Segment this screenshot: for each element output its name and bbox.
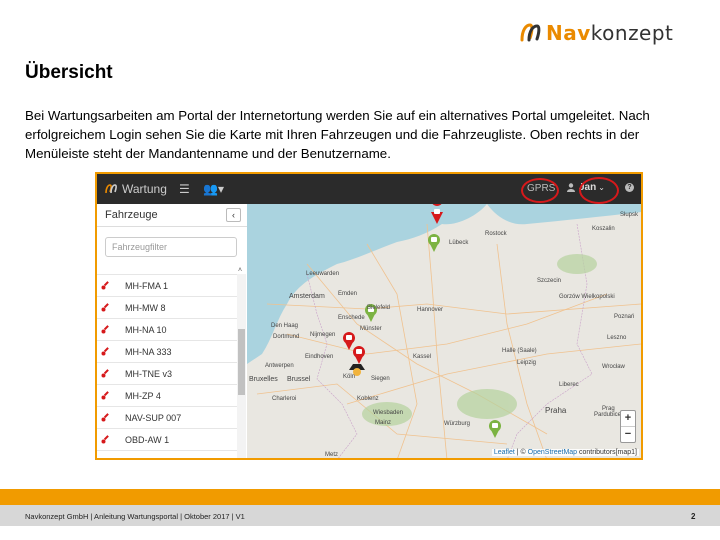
vehicle-name: MH-ZP 4 (125, 390, 161, 401)
map-label-praha: Praha (545, 406, 567, 415)
vehicle-row[interactable]: NAV-SUP 007 (97, 407, 237, 429)
map-label-luebeck: Lübeck (449, 240, 469, 246)
map-label-enschede: Enschede (338, 315, 365, 321)
sidebar-title: Fahrzeuge (105, 209, 158, 221)
map-label-rostock: Rostock (485, 231, 507, 237)
map-label-amsterdam: Amsterdam (289, 293, 325, 300)
users-dropdown-icon[interactable]: 👥▾ (203, 182, 224, 196)
map-label-charleroi: Charleroi (272, 396, 297, 402)
logo-text-nav: Nav (546, 21, 591, 45)
portal-brand[interactable]: Wartung (105, 182, 167, 196)
wrench-icon (101, 391, 109, 400)
vehicle-row[interactable]: MH-TNE v3 (97, 363, 237, 385)
footer-text: Navkonzept GmbH | Anleitung Wartungsport… (25, 512, 245, 521)
vehicle-list: MH-FMA 1 MH-MW 8 MH-NA 10 MH-NA 333 MH-T… (97, 274, 237, 458)
map-label-metz: Metz (325, 452, 339, 458)
vehicle-name: MH-NA 10 (125, 324, 167, 335)
wrench-icon (101, 413, 109, 422)
map-label-gorzow: Gorzów Wielkopolski (559, 294, 615, 300)
logo-text-konzept: konzept (590, 21, 674, 45)
wrench-icon (101, 281, 109, 290)
vehicle-row[interactable]: MH-MW 8 (97, 297, 237, 319)
vehicle-name: MH-MW 8 (125, 302, 166, 313)
vehicle-row[interactable]: MH-NA 333 (97, 341, 237, 363)
map-label-siegen: Siegen (371, 376, 390, 382)
zoom-out-button[interactable]: − (621, 426, 635, 442)
wrench-icon (101, 369, 109, 378)
map-label-leszno: Leszno (607, 335, 627, 341)
collapse-sidebar-button[interactable]: ‹ (226, 208, 241, 222)
list-icon[interactable]: ☰ (179, 182, 190, 196)
vehicle-row[interactable]: MH-NA 10 (97, 319, 237, 341)
user-highlight-circle (579, 177, 619, 204)
footer-accent-bar (0, 489, 720, 505)
leaflet-link[interactable]: Leaflet (494, 449, 515, 456)
wrench-icon (101, 325, 109, 334)
map-label-dortmund: Dortmund (273, 334, 300, 340)
map-label-emden: Emden (338, 291, 358, 297)
portal-navbar: Wartung ☰ 👥▾ GPRS Jan ⌄ ? (97, 174, 641, 204)
map-label-poznan: Poznań (614, 314, 635, 320)
map-label-koblenz: Koblenz (357, 396, 379, 402)
help-icon[interactable]: ? (625, 183, 634, 192)
map-label-kassel: Kassel (413, 354, 432, 360)
map-label-den-haag: Den Haag (271, 323, 299, 329)
zoom-in-button[interactable]: + (621, 411, 635, 426)
map-label-nijmegen: Nijmegen (310, 332, 336, 338)
map-label-slupsk: Słupsk (620, 212, 639, 218)
map-label-brussel: Brussel (287, 376, 311, 383)
tenant-highlight-circle (521, 178, 559, 203)
map-label-hannover: Hannover (417, 307, 444, 313)
vehicle-row[interactable]: MH-ZP 4 (97, 385, 237, 407)
map-attribution: Leaflet | © OpenStreetMap contributors[m… (491, 449, 639, 456)
intro-paragraph: Bei Wartungsarbeiten am Portal der Inter… (25, 108, 650, 161)
logo-wordmark: Navkonzept (546, 21, 673, 45)
map-label-wroclaw: Wrocław (602, 364, 625, 370)
vehicle-name: MH-NA 333 (125, 346, 172, 357)
scroll-up-icon[interactable]: ˄ (238, 267, 242, 274)
wrench-icon (101, 303, 109, 312)
navkonzept-logo-icon (520, 23, 541, 42)
scrollbar-thumb[interactable] (238, 329, 245, 395)
map-label-bruxelles: Bruxelles (249, 376, 278, 383)
map-label-bielefeld: Bielefeld (367, 305, 391, 311)
navkonzept-logo: Navkonzept (518, 20, 673, 46)
vehicle-name: NAV-SUP 007 (125, 412, 182, 423)
wrench-icon (101, 347, 109, 356)
map-label-halle: Halle (Saale) (502, 348, 537, 354)
map-label-koszalin: Koszalin (592, 226, 615, 232)
map-label-mainz: Mainz (375, 420, 392, 426)
vehicle-row[interactable]: MH-FMA 1 (97, 275, 237, 297)
map-label-wuerzburg: Würzburg (444, 421, 471, 427)
vehicle-name: MH-FMA 1 (125, 280, 169, 291)
map-label-leipzig: Leipzig (517, 360, 537, 366)
map-label-koeln: Köln (343, 374, 356, 380)
user-icon (567, 183, 575, 192)
map-label-pardubice: Pardubice (594, 412, 622, 418)
vehicle-sidebar: Fahrzeuge ‹ MH-FMA 1 MH-MW 8 MH-NA 10 MH… (97, 204, 248, 458)
vehicle-row[interactable]: OBD-AW 1 (97, 429, 237, 451)
map-label-wiesbaden: Wiesbaden (373, 410, 404, 416)
attribution-separator: | © (514, 449, 528, 456)
map-label-antwerpen: Antwerpen (265, 363, 294, 369)
map-zoom-control: + − (620, 410, 636, 443)
page-title: Übersicht (25, 62, 113, 83)
map-label-liberec: Liberec (559, 382, 579, 388)
vehicle-name: OBD-AW 1 (125, 434, 170, 445)
portal-screenshot: Wartung ☰ 👥▾ GPRS Jan ⌄ ? Fahrzeuge ‹ MH… (95, 172, 643, 460)
attribution-rest: contributors[map1] (577, 449, 637, 456)
map-label-leeuwarden: Leeuwarden (306, 271, 340, 277)
vehicle-filter-input[interactable] (105, 237, 237, 257)
osm-link[interactable]: OpenStreetMap (528, 449, 577, 456)
vehicle-list-scrollbar[interactable]: ˄ (237, 267, 246, 458)
map-label-muenster: Münster (360, 326, 382, 332)
sidebar-header: Fahrzeuge ‹ (97, 204, 247, 227)
vehicle-name: MH-TNE v3 (125, 368, 172, 379)
map-label-eindhoven: Eindhoven (305, 354, 334, 360)
map-label-szczecin: Szczecin (537, 278, 562, 284)
page-number: 2 (691, 512, 696, 521)
brand-logo-icon (105, 184, 117, 194)
portal-app-name: Wartung (122, 182, 167, 196)
wrench-icon (101, 435, 109, 444)
